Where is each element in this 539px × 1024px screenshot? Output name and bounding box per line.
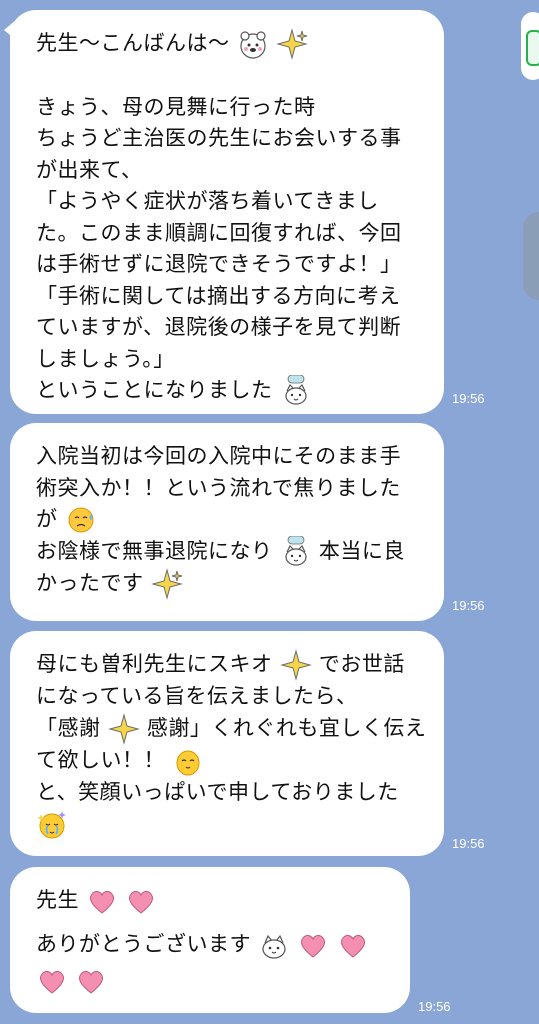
- bowing-cat-icon: [280, 535, 312, 568]
- cat-face-icon: [258, 929, 290, 961]
- message-line: かったです: [36, 568, 424, 600]
- heart-icon: [86, 885, 118, 917]
- message-bubble-2[interactable]: 入院当初は今回の入院中にそのまま手 術突入か！！という流れで焦りました が お陰…: [10, 423, 444, 621]
- message-text: は手術せずに退院できそうですよ！」: [36, 252, 402, 276]
- time-label: 19:56: [452, 836, 485, 851]
- message-text: ということになりました: [36, 378, 273, 402]
- message-text: でお世話: [318, 652, 405, 676]
- message-line: ていますが、退院後の様子を見て判断: [36, 312, 424, 344]
- message-line: [36, 808, 424, 840]
- message-text: 「感謝: [36, 715, 101, 740]
- message-text: 術突入か！！という流れで焦りました: [36, 475, 401, 500]
- message-text: きょう、母の見舞に行った時: [36, 94, 316, 119]
- message-line: 入院当初は今回の入院中にそのまま手: [36, 441, 424, 473]
- pleading-bird-icon: [172, 745, 204, 777]
- message-text: ありがとうございます: [36, 932, 251, 956]
- message-text: 本当に良: [318, 539, 405, 563]
- message-text: ていますが、退院後の様子を見て判断: [36, 315, 402, 339]
- sweat-face-icon: [65, 504, 97, 536]
- heart-icon: [337, 929, 369, 961]
- message-text: 先生〜こんばんは〜: [36, 31, 230, 55]
- message-text: しましょう。」: [36, 346, 175, 371]
- message-line: ちょうど主治医の先生にお会いする事: [36, 123, 424, 155]
- crying-chick-icon: [36, 808, 68, 840]
- message-line: 母にも曽利先生にスキオ でお世話: [36, 649, 424, 681]
- message-line: 「手術に関しては摘出する方向に考え: [36, 281, 424, 313]
- sparkle-icon: [275, 28, 308, 60]
- message-text: 感謝」くれぐれも宜しく伝え: [146, 715, 427, 740]
- message-bubble-4[interactable]: 先生 ありがとうございます: [10, 867, 410, 1013]
- heart-icon: [36, 965, 68, 997]
- message-bubble-1[interactable]: 先生〜こんばんは〜 きょう、母の見舞に行った時 ちょうど主治医の先生にお会いする…: [4, 10, 444, 414]
- bubble-tail: [4, 20, 16, 40]
- message-line: お陰様で無事退院になり 本当に良: [36, 535, 424, 568]
- message-line: きょう、母の見舞に行った時: [36, 92, 424, 124]
- sparkle-icon: [107, 712, 140, 745]
- message-text: になっている旨を伝えましたら、: [36, 684, 358, 708]
- message-text: お陰様で無事退院になり: [36, 539, 273, 563]
- heart-icon: [297, 929, 329, 961]
- bowing-cat-icon: [280, 374, 312, 407]
- time-label: 19:56: [452, 598, 485, 613]
- message-line: 先生〜こんばんは〜: [36, 28, 424, 60]
- heart-icon: [125, 885, 157, 917]
- message-text: が: [36, 507, 58, 531]
- message-text: 「ようやく症状が落ち着いてきまし: [36, 189, 379, 213]
- message-text: ちょうど主治医の先生にお会いする事: [36, 126, 402, 150]
- message-line: が出来て、: [36, 155, 424, 187]
- bear-sticker-icon: [237, 28, 269, 60]
- sparkle-icon: [279, 649, 312, 681]
- message-line: と、笑顔いっぱいで申しておりました: [36, 777, 424, 809]
- message-text: 母にも曽利先生にスキオ: [36, 652, 273, 676]
- message-line: ということになりました: [36, 374, 424, 407]
- message-text: 先生: [36, 888, 79, 912]
- message-line: が: [36, 504, 424, 536]
- heart-icon: [75, 965, 107, 997]
- message-line: て欲しい！！: [36, 745, 424, 777]
- right-edge-panel: [521, 12, 539, 80]
- right-edge-gray-handle[interactable]: [523, 212, 539, 300]
- message-line: [36, 60, 424, 92]
- message-line: 先生: [36, 885, 390, 917]
- chat-area: 先生〜こんばんは〜 きょう、母の見舞に行った時 ちょうど主治医の先生にお会いする…: [0, 0, 539, 1024]
- message-line: た。このまま順調に回復すれば、今回: [36, 218, 424, 250]
- message-bubble-3[interactable]: 母にも曽利先生にスキオ でお世話 になっている旨を伝えましたら、 「感謝 感謝」…: [10, 631, 444, 856]
- message-text: 入院当初は今回の入院中にそのまま手: [36, 444, 402, 468]
- message-line: 「ようやく症状が落ち着いてきまし: [36, 186, 424, 218]
- time-label: 19:56: [418, 999, 451, 1014]
- message-text: た。このまま順調に回復すれば、今回: [36, 220, 402, 245]
- message-line: [36, 965, 390, 997]
- message-line: になっている旨を伝えましたら、: [36, 681, 424, 713]
- message-line: ありがとうございます: [36, 929, 390, 961]
- message-text: 「手術に関しては摘出する方向に考え: [36, 283, 401, 308]
- message-line: しましょう。」: [36, 344, 424, 376]
- message-line: は手術せずに退院できそうですよ！」: [36, 249, 424, 281]
- message-line: 術突入か！！という流れで焦りました: [36, 473, 424, 505]
- message-text: が出来て、: [36, 157, 143, 182]
- message-text: て欲しい！！: [36, 747, 165, 772]
- time-label: 19:56: [452, 391, 485, 406]
- sparkle-icon: [150, 568, 183, 600]
- message-text: と、笑顔いっぱいで申しておりました: [36, 779, 399, 804]
- right-edge-green-icon: [526, 30, 539, 66]
- message-line: 「感謝 感謝」くれぐれも宜しく伝え: [36, 712, 427, 745]
- message-text: かったです: [36, 571, 144, 595]
